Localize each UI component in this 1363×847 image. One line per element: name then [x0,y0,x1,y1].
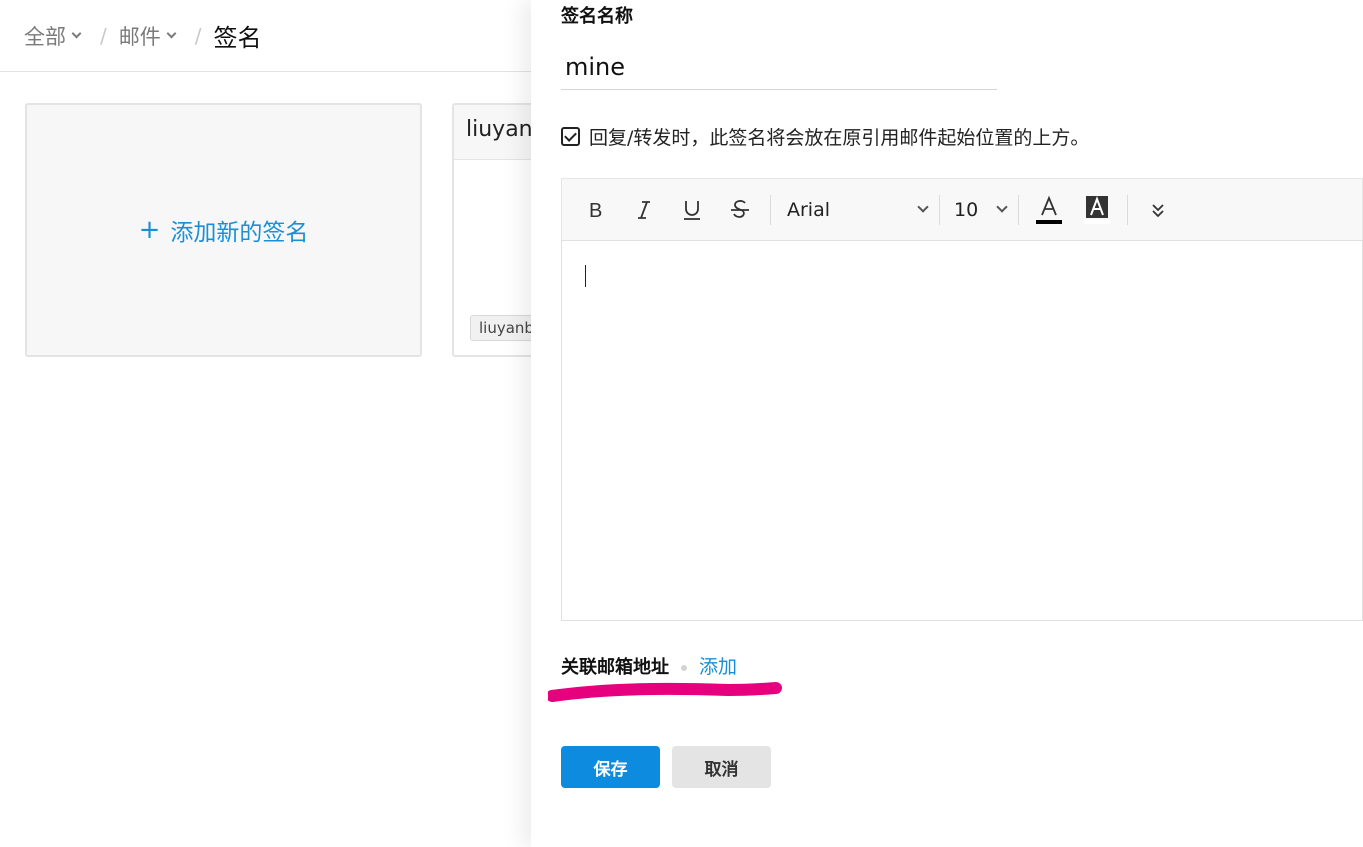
font-family-select[interactable]: Arial [777,190,933,230]
underline-icon [684,200,700,220]
reply-forward-option[interactable]: 回复/转发时，此签名将会放在原引用邮件起始位置的上方。 [561,123,1089,150]
italic-icon [638,200,650,219]
strikethrough-icon [731,199,749,218]
toolbar-divider [770,194,771,225]
font-size-select[interactable]: 10 [946,190,1012,230]
cancel-button[interactable]: 取消 [672,746,771,788]
toolbar-divider [939,194,940,225]
chevron-down-icon [71,28,82,38]
breadcrumb-all[interactable]: 全部 [24,21,84,51]
reply-forward-label: 回复/转发时，此签名将会放在原引用邮件起始位置的上方。 [589,127,1090,149]
signature-name-label: 签名名称 [561,6,633,27]
text-color-icon [1036,195,1062,224]
plus-icon: + [138,215,161,245]
chevron-down-icon [996,201,1008,213]
breadcrumb-current: 签名 [213,24,262,52]
add-signature-card[interactable]: + 添加新的签名 [25,103,422,357]
save-button[interactable]: 保存 [561,746,660,788]
background-color-icon [1084,195,1110,224]
font-family-value: Arial [787,198,831,221]
bold-button[interactable]: B [572,190,620,230]
breadcrumb-mail[interactable]: 邮件 [119,21,179,51]
associated-address-row: 关联邮箱地址 添加 [561,652,737,679]
more-options-button[interactable] [1134,190,1182,230]
bold-icon: B [589,200,602,220]
signature-name-input[interactable] [561,44,997,90]
background-color-button[interactable] [1073,190,1121,230]
breadcrumb-separator: / [100,23,107,48]
font-size-value: 10 [954,198,979,221]
underline-button[interactable] [668,190,716,230]
strikethrough-button[interactable] [716,190,764,230]
toolbar-divider [1018,194,1019,225]
reply-forward-checkbox[interactable] [561,127,580,146]
associated-address-label: 关联邮箱地址 [561,656,669,678]
more-icon [1152,203,1164,217]
breadcrumb-separator: / [194,23,202,48]
chevron-down-icon [917,201,929,213]
toolbar-divider [1127,194,1128,225]
chevron-down-icon [166,28,177,38]
editor-toolbar: B Arial 10 [561,178,1363,240]
add-address-link[interactable]: 添加 [699,652,737,679]
breadcrumb-mail-label: 邮件 [118,24,161,49]
italic-button[interactable] [620,190,668,230]
breadcrumb-all-label: 全部 [24,24,66,49]
text-color-button[interactable] [1025,190,1073,230]
separator-dot [681,664,687,671]
text-caret [585,265,586,287]
add-signature-label: 添加新的签名 [170,220,309,246]
signature-editor-panel: 签名名称 回复/转发时，此签名将会放在原引用邮件起始位置的上方。 B Arial… [531,0,1363,847]
svg-text:B: B [589,200,602,220]
signature-body-editor[interactable] [561,240,1363,621]
